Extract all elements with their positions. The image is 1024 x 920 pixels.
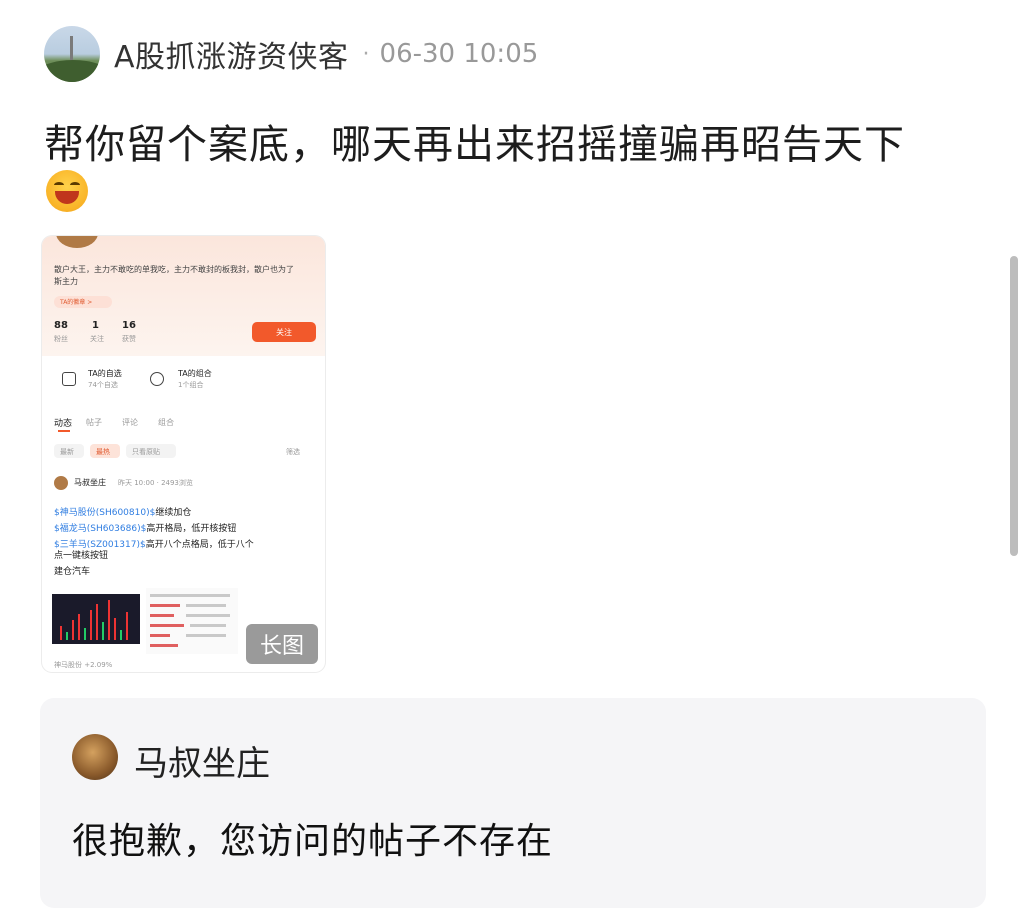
- thumb-card-title: TA的自选: [88, 369, 122, 378]
- long-image-badge: 长图: [246, 624, 318, 664]
- attached-screenshot-image[interactable]: 散户大王，主力不敢吃的单我吃，主力不敢封的板我封，散户也为了 斯主力 TA的徽章…: [42, 236, 325, 672]
- thumb-tab: 帖子: [86, 418, 102, 427]
- thumb-kline-image: [52, 594, 140, 644]
- separator-dot: ·: [362, 41, 370, 67]
- thumb-filter-label: 只看原贴: [132, 448, 160, 456]
- post-text: 帮你留个案底，哪天再出来招摇撞骗再昭告天下: [44, 122, 905, 168]
- thumb-post-avatar: [54, 476, 68, 490]
- thumb-card-sub: 1个组合: [178, 381, 204, 389]
- thumb-filter-right: 筛选: [286, 448, 300, 456]
- thumb-follow-button: 关注: [252, 322, 316, 342]
- quoted-post-card[interactable]: 马叔坐庄 很抱歉，您访问的帖子不存在: [40, 698, 986, 908]
- laughing-emoji-icon: [46, 170, 88, 212]
- thumb-post-author: 马叔坐庄: [74, 478, 106, 487]
- watchlist-icon: [62, 372, 76, 386]
- thumb-stat-num: 16: [122, 320, 136, 331]
- thumb-bio: 散户大王，主力不敢吃的单我吃，主力不敢封的板我封，散户也为了: [54, 265, 294, 274]
- thumb-stat-label: 获赞: [122, 335, 136, 343]
- thumb-stat-label: 关注: [90, 335, 104, 343]
- thumb-bio-2: 斯主力: [54, 277, 78, 286]
- author-name[interactable]: A股抓涨游资侠客: [114, 32, 349, 76]
- emoji-eye-right: [70, 182, 80, 188]
- quoted-author-name[interactable]: 马叔坐庄: [134, 736, 270, 785]
- thumb-bottom-label: 神马股份 +2.09%: [54, 661, 113, 669]
- thumb-tab: 组合: [158, 418, 174, 427]
- post-timestamp: 06-30 10:05: [379, 39, 539, 69]
- vertical-scrollbar[interactable]: [1010, 256, 1018, 556]
- author-avatar[interactable]: [44, 26, 100, 82]
- thumb-filter-label: 最热: [96, 448, 110, 456]
- thumb-card-title: TA的组合: [178, 369, 212, 378]
- thumb-table-image: [146, 588, 238, 654]
- thumb-badge-label: TA的徽章 >: [60, 299, 93, 306]
- thumb-post-meta: 昨天 10:00 · 2493浏览: [118, 479, 193, 487]
- avatar-tower-shape: [70, 36, 73, 62]
- thumb-post-line: 建仓汽车: [54, 567, 91, 577]
- line-text: 高开八个点格局，低于八个: [145, 540, 254, 550]
- post-header: A股抓涨游资侠客 · 06-30 10:05: [44, 24, 538, 84]
- thumb-stat-num: 88: [54, 320, 68, 331]
- thumb-filter-label: 最新: [60, 448, 74, 456]
- thumb-stat-label: 粉丝: [54, 335, 68, 343]
- quoted-post-unavailable-text: 很抱歉，您访问的帖子不存在: [72, 821, 554, 862]
- portfolio-icon: [150, 372, 164, 386]
- thumb-stat-num: 1: [92, 320, 99, 331]
- thumb-tab: 评论: [122, 418, 138, 427]
- thumb-tab: 动态: [54, 419, 73, 429]
- thumb-card-sub: 74个自选: [88, 381, 118, 389]
- thumb-tab-underline: [58, 430, 70, 432]
- quoted-author-avatar[interactable]: [72, 734, 118, 780]
- avatar-hill-shape: [44, 60, 100, 82]
- thumb-post-line: 点一键核按钮: [54, 551, 109, 561]
- emoji-mouth: [55, 191, 79, 204]
- emoji-eye-left: [54, 182, 64, 188]
